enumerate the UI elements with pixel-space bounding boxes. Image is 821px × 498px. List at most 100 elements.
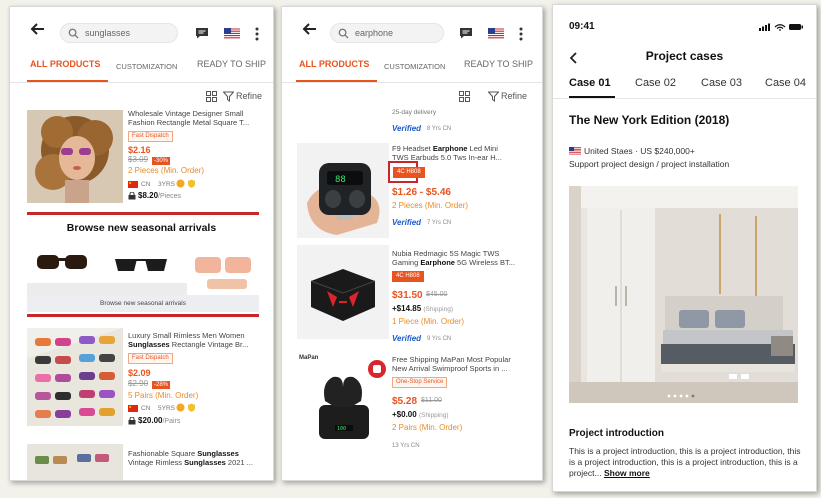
product-image-square-sunglasses[interactable] bbox=[27, 444, 123, 480]
svg-text:100: 100 bbox=[337, 426, 346, 432]
shipping-cost: $20.00/Pairs bbox=[138, 416, 181, 425]
search-input[interactable]: sunglasses bbox=[60, 23, 178, 43]
gold-supplier-icon bbox=[176, 179, 185, 188]
refine-button[interactable]: Refine bbox=[501, 91, 527, 101]
phone-screen-earphone: earphone ALL PRODUCTS CUSTOMIZATION READ… bbox=[281, 6, 543, 481]
section-divider-top bbox=[27, 212, 259, 215]
product-title[interactable]: Free Shipping MaPan Most Popular New Arr… bbox=[392, 355, 511, 373]
product-image-woman-sunglasses[interactable] bbox=[27, 110, 123, 203]
back-arrow-icon[interactable] bbox=[30, 21, 46, 37]
refine-button[interactable]: Refine bbox=[236, 91, 262, 101]
product-title[interactable]: Luxury Small Rimless Men Women Sunglasse… bbox=[128, 331, 248, 349]
intro-heading: Project introduction bbox=[569, 428, 664, 439]
fast-dispatch-badge: Fast Dispatch bbox=[128, 353, 173, 364]
trade-assurance-icon bbox=[188, 403, 195, 412]
china-flag-icon bbox=[128, 181, 138, 188]
product-title[interactable]: Fashionable Square Sunglasses Vintage Ri… bbox=[128, 449, 253, 467]
more-options-icon[interactable] bbox=[255, 27, 259, 41]
back-arrow-icon[interactable] bbox=[302, 21, 318, 37]
product-image-f9-earbuds[interactable]: 88 bbox=[297, 143, 389, 238]
shipping-cost: +$0.00 (Shipping) bbox=[392, 410, 449, 419]
phone-screen-sunglasses: sunglasses ALL PRODUCTS CUSTOMIZATION RE… bbox=[9, 6, 274, 481]
brand-logo: MaPan bbox=[299, 355, 319, 361]
supplier-years: 5YRS bbox=[158, 405, 175, 412]
product-price: $5.28 bbox=[392, 396, 418, 407]
tab-case-03[interactable]: Case 03 bbox=[701, 77, 742, 89]
verified-badge: Verified bbox=[392, 334, 422, 343]
search-input[interactable]: earphone bbox=[330, 23, 444, 43]
grid-view-icon[interactable] bbox=[459, 91, 470, 102]
supplier-country: CN bbox=[141, 181, 151, 188]
truck-icon bbox=[128, 417, 136, 425]
search-icon bbox=[338, 28, 349, 39]
product-image-sunglasses-display[interactable] bbox=[27, 328, 123, 426]
message-icon[interactable] bbox=[459, 27, 473, 39]
shipping-cost: +$14.85 (Shipping) bbox=[392, 304, 454, 313]
tab-case-01[interactable]: Case 01 bbox=[569, 77, 611, 89]
china-flag-icon bbox=[128, 405, 138, 412]
us-flag-icon[interactable] bbox=[224, 28, 240, 39]
supplier-years: 3YRS bbox=[158, 181, 175, 188]
product-price: $2.16 bbox=[128, 145, 151, 155]
supplier-years: 7 Yrs CN bbox=[427, 220, 452, 226]
supplier-years: 8 Yrs CN bbox=[427, 126, 452, 132]
category-tabs: ALL PRODUCTS CUSTOMIZATION READY TO SHIP bbox=[10, 59, 273, 83]
min-order: 2 Pieces (Min. Order) bbox=[392, 201, 469, 210]
intro-text: This is a project introduction, this is … bbox=[569, 446, 801, 478]
category-tabs: ALL PRODUCTS CUSTOMIZATION READY TO SHIP bbox=[282, 59, 542, 83]
fast-dispatch-badge: Fast Dispatch bbox=[128, 131, 173, 142]
tab-customization[interactable]: CUSTOMIZATION bbox=[384, 62, 445, 71]
discount-badge: -30% bbox=[152, 157, 171, 165]
shipping-cost: $8.20/Pieces bbox=[138, 191, 181, 200]
tab-ready-to-ship[interactable]: READY TO SHIP bbox=[464, 59, 533, 69]
tab-all-products[interactable]: ALL PRODUCTS bbox=[30, 59, 100, 69]
product-title[interactable]: Wholesale Vintage Designer Small Fashion… bbox=[128, 109, 249, 127]
tab-divider bbox=[553, 98, 816, 99]
gold-supplier-icon bbox=[176, 403, 185, 412]
tab-customization[interactable]: CUSTOMIZATION bbox=[116, 62, 177, 71]
filter-icon[interactable] bbox=[223, 91, 234, 102]
delivery-text: 25-day delivery bbox=[392, 109, 437, 116]
tab-case-04[interactable]: Case 04 bbox=[765, 77, 806, 89]
browse-arrivals-button[interactable]: Browse new seasonal arrivals bbox=[27, 295, 259, 312]
tab-divider bbox=[282, 82, 542, 83]
seasonal-sunglasses-carousel[interactable] bbox=[27, 239, 259, 295]
status-time: 09:41 bbox=[569, 21, 595, 32]
min-order: 2 Pieces (Min. Order) bbox=[128, 166, 205, 175]
search-header: earphone bbox=[282, 7, 542, 53]
project-support: Support project design / project install… bbox=[569, 159, 730, 169]
original-price: $3.09 bbox=[128, 155, 149, 164]
min-order: 1 Piece (Min. Order) bbox=[392, 317, 465, 326]
show-more-link[interactable]: Show more bbox=[604, 468, 650, 478]
message-icon[interactable] bbox=[195, 27, 209, 39]
phone-screen-project-cases: 09:41 Project cases Case 01 Case 02 Case… bbox=[552, 4, 817, 492]
product-image-redmagic-earbuds[interactable] bbox=[297, 245, 389, 339]
filter-icon[interactable] bbox=[488, 91, 499, 102]
trade-assurance-icon bbox=[188, 179, 195, 188]
us-flag-icon bbox=[569, 147, 581, 155]
tab-case-02[interactable]: Case 02 bbox=[635, 77, 676, 89]
status-bar-icons bbox=[759, 23, 803, 31]
section-divider-bottom bbox=[27, 314, 259, 317]
product-title[interactable]: Nubia Redmagic 5S Magic TWS Gaming Earph… bbox=[392, 249, 515, 267]
project-photo-bedroom[interactable] bbox=[569, 186, 798, 403]
grid-view-icon[interactable] bbox=[206, 91, 217, 102]
search-header: sunglasses bbox=[10, 7, 273, 53]
supplier-years: 13 Yrs CN bbox=[392, 443, 420, 449]
product-title[interactable]: F9 Headset Earphone Led Mini TWS Earbuds… bbox=[392, 144, 502, 162]
product-price: $31.50 bbox=[392, 290, 423, 301]
tab-all-products[interactable]: ALL PRODUCTS bbox=[299, 59, 369, 69]
search-text: sunglasses bbox=[85, 28, 131, 38]
search-icon bbox=[68, 28, 79, 39]
certification-badge: 4C H808 bbox=[393, 167, 425, 178]
truck-icon bbox=[128, 192, 136, 200]
project-title: The New York Edition (2018) bbox=[569, 113, 730, 127]
project-location-budget: United Staes · US $240,000+ bbox=[584, 146, 695, 156]
product-image-mapan-earbuds[interactable]: 100 bbox=[297, 353, 389, 448]
original-price: $45.00 bbox=[426, 291, 448, 298]
us-flag-icon[interactable] bbox=[488, 28, 504, 39]
svg-text:88: 88 bbox=[335, 175, 346, 185]
more-options-icon[interactable] bbox=[519, 27, 523, 41]
tab-ready-to-ship[interactable]: READY TO SHIP bbox=[197, 59, 266, 69]
product-price: $2.09 bbox=[128, 368, 151, 378]
